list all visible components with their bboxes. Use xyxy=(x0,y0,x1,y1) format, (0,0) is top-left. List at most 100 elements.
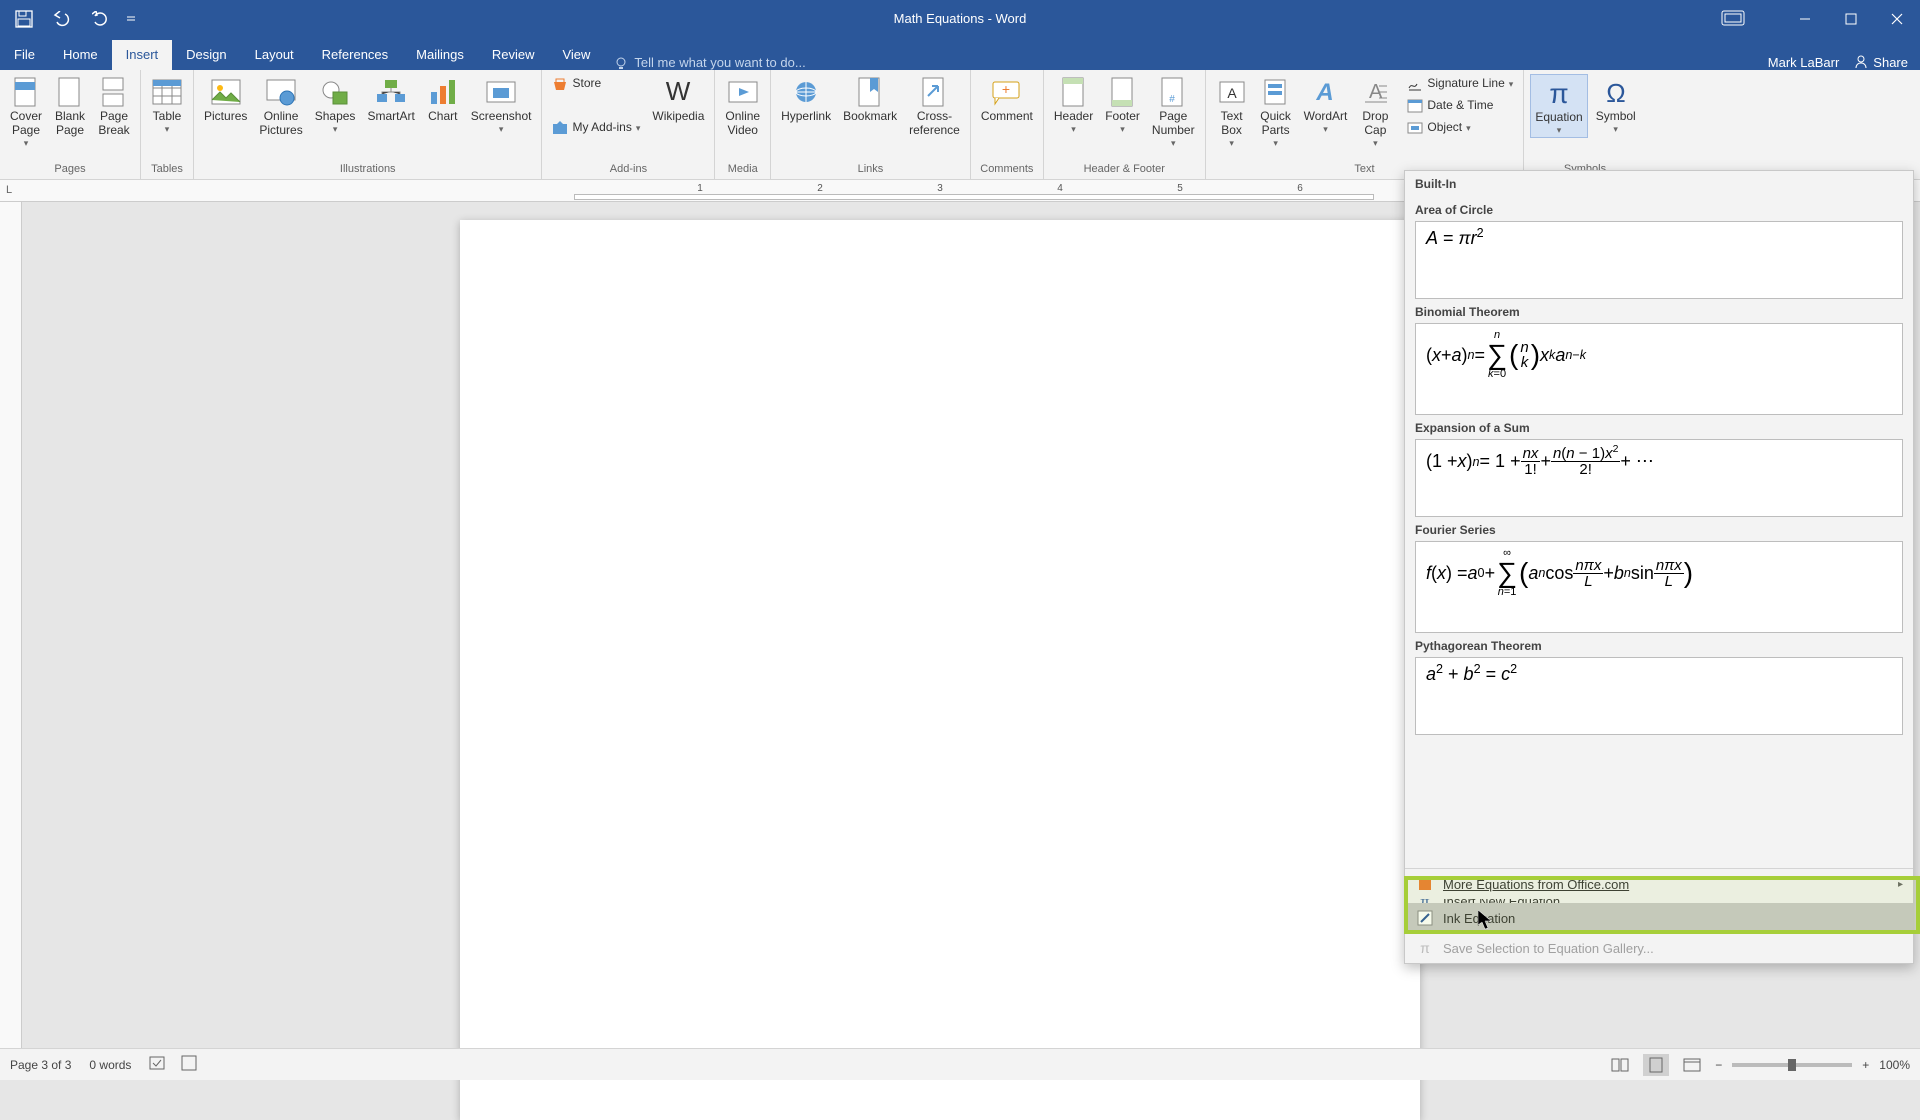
document-title: Math Equations - Word xyxy=(894,11,1027,26)
equation-area-circle[interactable]: A = πr2 xyxy=(1415,221,1903,299)
blank-page-icon xyxy=(54,76,86,108)
my-addins-button[interactable]: My Add-ins ▾ xyxy=(548,118,644,138)
group-label-addins: Add-ins xyxy=(548,163,708,177)
group-header-footer: Header▾ Footer▾ #Page Number▾ Header & F… xyxy=(1044,70,1206,179)
group-tables: Table▾ Tables xyxy=(141,70,194,179)
quick-access-toolbar xyxy=(0,5,138,33)
group-media: Online Video Media xyxy=(715,70,771,179)
cross-reference-button[interactable]: Cross- reference xyxy=(905,74,964,140)
store-button[interactable]: Store xyxy=(548,74,644,94)
user-name[interactable]: Mark LaBarr xyxy=(1768,55,1840,70)
chart-button[interactable]: Chart xyxy=(423,74,463,126)
svg-text:A: A xyxy=(1316,79,1334,106)
object-button[interactable]: Object ▾ xyxy=(1403,118,1517,138)
wikipedia-button[interactable]: WWikipedia xyxy=(648,74,708,126)
equation-pythagorean[interactable]: a2 + b2 = c2 xyxy=(1415,657,1903,735)
autosave-icon[interactable] xyxy=(10,5,38,33)
online-video-button[interactable]: Online Video xyxy=(721,74,764,140)
status-words[interactable]: 0 words xyxy=(89,1058,131,1072)
tab-home[interactable]: Home xyxy=(49,40,112,70)
store-icon xyxy=(552,76,568,92)
close-button[interactable] xyxy=(1874,0,1920,37)
tab-selector[interactable]: L xyxy=(6,184,12,196)
redo-button[interactable] xyxy=(86,5,114,33)
share-label: Share xyxy=(1873,55,1908,70)
date-time-button[interactable]: Date & Time xyxy=(1403,96,1517,116)
equation-fourier-series[interactable]: f(x) = a0 + ∞∑n=1 (an cos nπxL + bn sin … xyxy=(1415,541,1903,633)
zoom-level[interactable]: 100% xyxy=(1879,1058,1910,1072)
pictures-button[interactable]: Pictures xyxy=(200,74,251,126)
svg-text:π: π xyxy=(1549,79,1568,107)
tab-view[interactable]: View xyxy=(548,40,604,70)
group-comments: +Comment Comments xyxy=(971,70,1044,179)
tab-references[interactable]: References xyxy=(308,40,402,70)
table-button[interactable]: Table▾ xyxy=(147,74,187,136)
svg-text:Ω: Ω xyxy=(1606,78,1625,106)
equation-expansion-sum[interactable]: (1 + x)n = 1 + nx1! + n(n − 1)x22! + ⋯ xyxy=(1415,439,1903,517)
undo-button[interactable] xyxy=(48,5,76,33)
tab-file[interactable]: File xyxy=(0,40,49,70)
signature-line-button[interactable]: Signature Line ▾ xyxy=(1403,74,1517,94)
drop-cap-button[interactable]: ADrop Cap▾ xyxy=(1355,74,1395,150)
display-options-icon[interactable] xyxy=(1721,10,1745,28)
status-page[interactable]: Page 3 of 3 xyxy=(10,1058,71,1072)
shapes-button[interactable]: Shapes▾ xyxy=(311,74,360,136)
web-layout-button[interactable] xyxy=(1679,1054,1705,1076)
footer-button[interactable]: Footer▾ xyxy=(1101,74,1144,136)
vertical-ruler[interactable] xyxy=(0,202,22,1048)
group-label-illustrations: Illustrations xyxy=(200,163,535,177)
header-button[interactable]: Header▾ xyxy=(1050,74,1097,136)
equation-panel-header: Built-In xyxy=(1405,171,1913,197)
comment-button[interactable]: +Comment xyxy=(977,74,1037,126)
tab-insert[interactable]: Insert xyxy=(112,40,173,70)
wordart-icon: A xyxy=(1309,76,1341,108)
share-button[interactable]: Share xyxy=(1853,54,1908,70)
tab-mailings[interactable]: Mailings xyxy=(402,40,478,70)
blank-page-button[interactable]: Blank Page xyxy=(50,74,90,140)
wordart-button[interactable]: AWordArt▾ xyxy=(1300,74,1352,136)
tab-layout[interactable]: Layout xyxy=(241,40,308,70)
minimize-button[interactable] xyxy=(1782,0,1828,37)
bookmark-button[interactable]: Bookmark xyxy=(839,74,901,126)
cover-page-icon xyxy=(10,76,42,108)
group-links: Hyperlink Bookmark Cross- reference Link… xyxy=(771,70,971,179)
pi-disabled-icon: π xyxy=(1417,940,1433,956)
zoom-slider[interactable] xyxy=(1732,1063,1852,1067)
page-break-button[interactable]: Page Break xyxy=(94,74,134,140)
group-label-links: Links xyxy=(777,163,964,177)
page-number-button[interactable]: #Page Number▾ xyxy=(1148,74,1199,150)
equation-button[interactable]: πEquation▾ xyxy=(1530,74,1587,138)
zoom-in-button[interactable]: + xyxy=(1862,1058,1869,1072)
tab-review[interactable]: Review xyxy=(478,40,549,70)
chart-icon xyxy=(427,76,459,108)
tell-me-search[interactable]: Tell me what you want to do... xyxy=(614,55,805,70)
symbol-icon: Ω xyxy=(1600,76,1632,108)
macro-icon[interactable] xyxy=(181,1055,197,1074)
online-pictures-button[interactable]: Online Pictures xyxy=(255,74,306,140)
read-mode-button[interactable] xyxy=(1607,1054,1633,1076)
date-time-icon xyxy=(1407,98,1423,114)
screenshot-button[interactable]: Screenshot▾ xyxy=(467,74,536,136)
cover-page-button[interactable]: Cover Page▾ xyxy=(6,74,46,150)
text-box-button[interactable]: AText Box▾ xyxy=(1212,74,1252,150)
qat-customize-icon[interactable] xyxy=(124,5,138,33)
screenshot-icon xyxy=(485,76,517,108)
svg-text:A: A xyxy=(1227,85,1237,101)
tab-design[interactable]: Design xyxy=(172,40,240,70)
share-icon xyxy=(1853,54,1869,70)
print-layout-button[interactable] xyxy=(1643,1054,1669,1076)
quick-parts-button[interactable]: Quick Parts▾ xyxy=(1256,74,1296,150)
more-equations-menuitem[interactable]: More Equations from Office.com▸ xyxy=(1405,869,1913,899)
ribbon-tabs: File Home Insert Design Layout Reference… xyxy=(0,37,1920,70)
smartart-icon xyxy=(375,76,407,108)
equation-gallery[interactable]: Area of Circle A = πr2 Binomial Theorem … xyxy=(1405,197,1913,868)
document-page[interactable] xyxy=(460,220,1420,1120)
symbol-button[interactable]: ΩSymbol▾ xyxy=(1592,74,1640,136)
smartart-button[interactable]: SmartArt xyxy=(363,74,418,126)
equation-binomial-theorem[interactable]: (x + a)n = n∑k=0 (nk) xkan−k xyxy=(1415,323,1903,415)
maximize-button[interactable] xyxy=(1828,0,1874,37)
zoom-out-button[interactable]: − xyxy=(1715,1058,1722,1072)
spell-check-icon[interactable] xyxy=(149,1055,167,1074)
hyperlink-button[interactable]: Hyperlink xyxy=(777,74,835,126)
cross-reference-icon xyxy=(918,76,950,108)
